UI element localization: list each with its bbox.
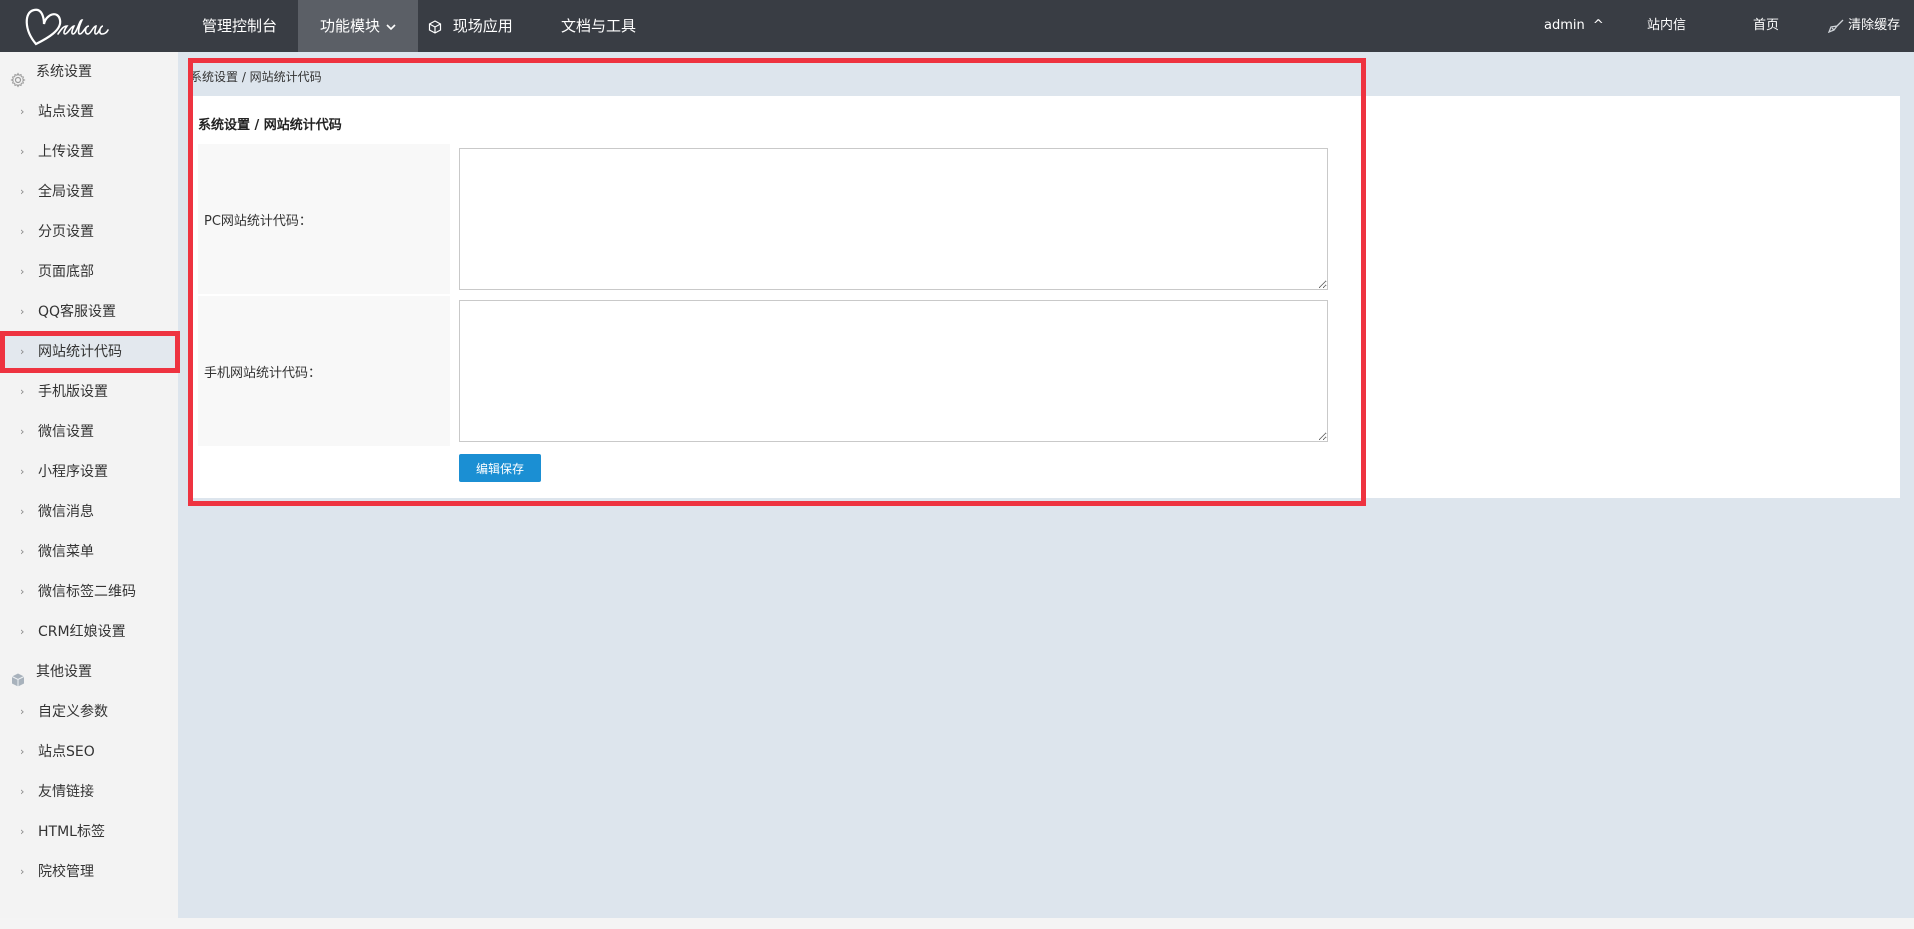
- chevron-right-icon: ›: [20, 465, 25, 478]
- sidebar-item-wechat-tag-qrcode[interactable]: › 微信标签二维码: [0, 572, 178, 612]
- melove-logo[interactable]: [22, 4, 122, 48]
- username: admin: [1544, 18, 1585, 33]
- sidebar-item-wechat-menu[interactable]: › 微信菜单: [0, 532, 178, 572]
- nav-label: 现场应用: [452, 17, 513, 35]
- chevron-right-icon: ›: [20, 425, 25, 438]
- sidebar-item-miniprogram-settings[interactable]: › 小程序设置: [0, 452, 178, 492]
- chevron-right-icon: ›: [20, 545, 25, 558]
- sidebar-item-label: 友情链接: [38, 784, 94, 800]
- sidebar-item-label: 站点SEO: [38, 744, 95, 760]
- mobile-stats-code-field[interactable]: [459, 300, 1328, 442]
- sidebar-item-label: 网站统计代码: [38, 344, 122, 360]
- gear-icon: [10, 64, 26, 88]
- sidebar-item-label: 微信设置: [38, 424, 94, 440]
- sidebar-item-label: 手机版设置: [38, 384, 108, 400]
- home-label: 首页: [1753, 18, 1780, 33]
- chevron-down-icon: [386, 1, 396, 53]
- nav-function-modules[interactable]: 功能模块: [298, 0, 418, 52]
- chevron-right-icon: ›: [20, 585, 25, 598]
- sidebar-item-global-settings[interactable]: › 全局设置: [0, 172, 178, 212]
- nav-live-apps[interactable]: 现场应用: [428, 0, 513, 52]
- panel-title: 系统设置 / 网站统计代码: [198, 118, 342, 133]
- sidebar-item-label: HTML标签: [38, 824, 105, 840]
- footer-strip: [0, 918, 1914, 929]
- nav-management-console[interactable]: 管理控制台: [202, 0, 277, 52]
- user-menu[interactable]: admin ^: [1544, 0, 1604, 52]
- sidebar-item-label: QQ客服设置: [38, 304, 117, 320]
- sidebar-item-wechat-settings[interactable]: › 微信设置: [0, 412, 178, 452]
- sidebar-item-school-management[interactable]: › 院校管理: [0, 852, 178, 892]
- broom-icon: [1827, 18, 1848, 33]
- chevron-right-icon: ›: [20, 745, 25, 758]
- field-label: PC网站统计代码：: [204, 213, 312, 229]
- sidebar-item-label: 微信菜单: [38, 544, 94, 560]
- chevron-right-icon: ›: [20, 385, 25, 398]
- breadcrumb: 系统设置 / 网站统计代码: [190, 70, 322, 84]
- sidebar-item-page-footer[interactable]: › 页面底部: [0, 252, 178, 292]
- sidebar-item-upload-settings[interactable]: › 上传设置: [0, 132, 178, 172]
- chevron-right-icon: ›: [20, 145, 25, 158]
- sidebar-item-wechat-messages[interactable]: › 微信消息: [0, 492, 178, 532]
- sidebar-section-label: 系统设置: [36, 64, 92, 80]
- chevron-right-icon: ›: [20, 865, 25, 878]
- nav-label: 功能模块: [319, 17, 380, 35]
- chevron-right-icon: ›: [20, 705, 25, 718]
- sidebar-item-label: 站点设置: [38, 104, 94, 120]
- chevron-right-icon: ›: [20, 225, 25, 238]
- sidebar-item-label: 微信标签二维码: [38, 584, 136, 600]
- clear-cache-label: 清除缓存: [1848, 18, 1901, 33]
- field-label: 手机网站统计代码：: [204, 365, 322, 381]
- sidebar-item-label: 院校管理: [38, 864, 94, 880]
- chevron-right-icon: ›: [20, 105, 25, 118]
- mobile-stats-code-label: 手机网站统计代码：: [198, 296, 450, 446]
- chevron-right-icon: ›: [20, 505, 25, 518]
- cube-icon: [428, 17, 447, 35]
- nav-label: 文档与工具: [561, 17, 637, 35]
- top-navigation-bar: 管理控制台 功能模块 现场应用 文档与工具 admin ^ 站内信 首页 清除缓…: [0, 0, 1914, 52]
- pc-stats-code-field[interactable]: [459, 148, 1328, 290]
- chevron-right-icon: ›: [20, 305, 25, 318]
- sidebar-item-crm-settings[interactable]: › CRM红娘设置: [0, 612, 178, 652]
- sidebar-item-qq-service[interactable]: › QQ客服设置: [0, 292, 178, 332]
- chevron-right-icon: ›: [20, 345, 25, 358]
- nav-docs-tools[interactable]: 文档与工具: [561, 0, 636, 52]
- save-button[interactable]: 编辑保存: [459, 454, 541, 482]
- messages-label: 站内信: [1647, 18, 1687, 33]
- sidebar-item-site-seo[interactable]: › 站点SEO: [0, 732, 178, 772]
- nav-label: 管理控制台: [202, 17, 278, 35]
- chevron-right-icon: ›: [20, 265, 25, 278]
- sidebar-item-friend-links[interactable]: › 友情链接: [0, 772, 178, 812]
- sidebar-item-html-tags[interactable]: › HTML标签: [0, 812, 178, 852]
- sidebar-item-pagination-settings[interactable]: › 分页设置: [0, 212, 178, 252]
- pc-stats-code-label: PC网站统计代码：: [198, 144, 450, 294]
- sidebar-item-label: 自定义参数: [38, 704, 108, 720]
- sidebar-item-label: 微信消息: [38, 504, 94, 520]
- sidebar-item-label: 页面底部: [38, 264, 94, 280]
- sidebar-item-mobile-settings[interactable]: › 手机版设置: [0, 372, 178, 412]
- chevron-right-icon: ›: [20, 825, 25, 838]
- sidebar-item-label: 分页设置: [38, 224, 94, 240]
- caret-up-icon: ^: [1592, 18, 1604, 33]
- home-link[interactable]: 首页: [1753, 0, 1779, 52]
- chevron-right-icon: ›: [20, 625, 25, 638]
- sidebar-item-label: 全局设置: [38, 184, 94, 200]
- sidebar-section-other-settings[interactable]: 其他设置: [0, 652, 178, 692]
- sidebar-item-custom-params[interactable]: › 自定义参数: [0, 692, 178, 732]
- chevron-right-icon: ›: [20, 785, 25, 798]
- sidebar-item-label: 小程序设置: [38, 464, 108, 480]
- sidebar: 系统设置 › 站点设置 › 上传设置 › 全局设置 › 分页设置 › 页面底部 …: [0, 52, 180, 929]
- sidebar-item-stats-code[interactable]: › 网站统计代码: [0, 332, 178, 372]
- box-icon: [10, 664, 26, 687]
- sidebar-item-site-settings[interactable]: › 站点设置: [0, 92, 178, 132]
- sidebar-item-label: CRM红娘设置: [38, 624, 126, 640]
- sidebar-section-system-settings[interactable]: 系统设置: [0, 52, 178, 92]
- messages-link[interactable]: 站内信: [1647, 0, 1686, 52]
- clear-cache-button[interactable]: 清除缓存: [1827, 0, 1901, 52]
- chevron-right-icon: ›: [20, 185, 25, 198]
- stats-code-panel: 系统设置 / 网站统计代码 PC网站统计代码： 手机网站统计代码： 编辑保存: [190, 96, 1900, 498]
- sidebar-item-label: 上传设置: [38, 144, 94, 160]
- sidebar-section-label: 其他设置: [36, 664, 92, 680]
